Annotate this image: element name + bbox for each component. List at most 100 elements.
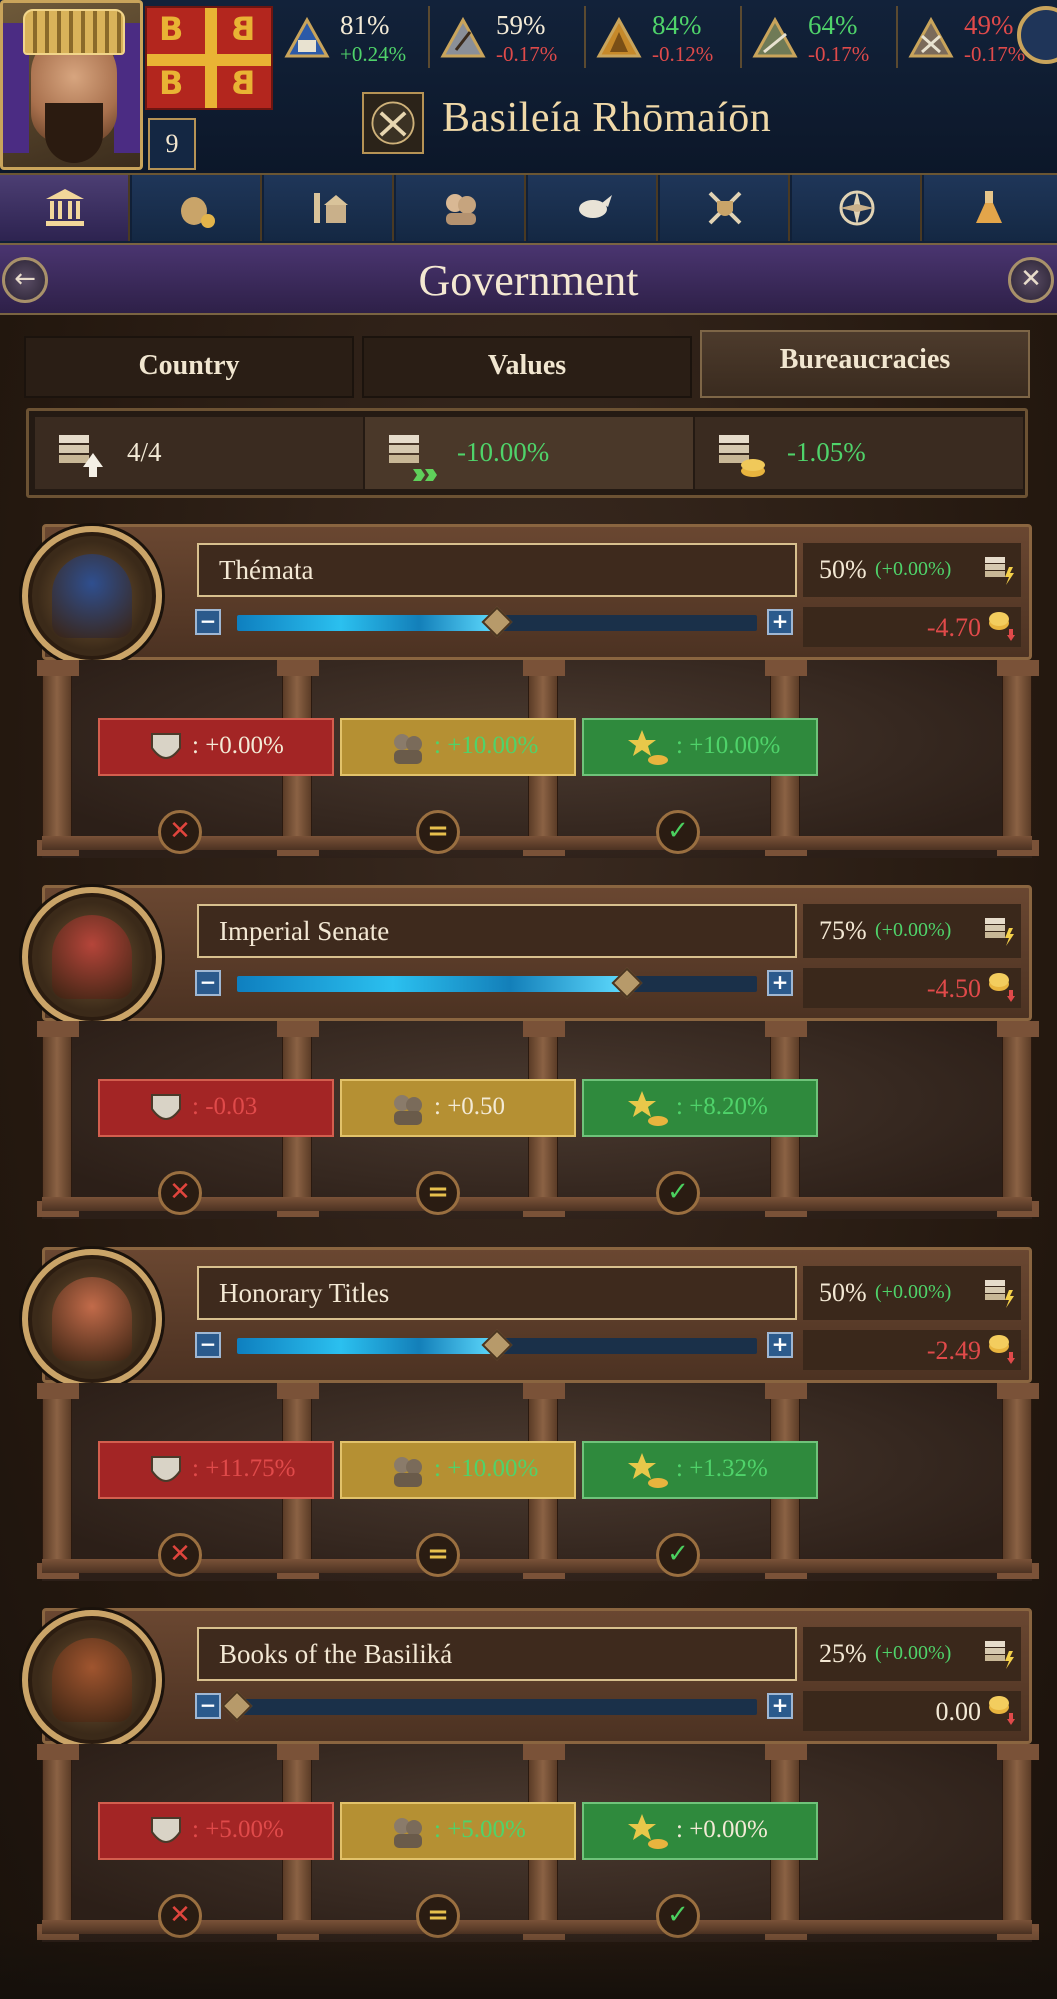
bureaucracy-percent: 50%	[819, 555, 867, 584]
slider-fill	[237, 615, 497, 631]
increase-button[interactable]: +	[767, 609, 793, 635]
effect-positive[interactable]: : +0.00%	[582, 1802, 818, 1860]
decrease-button[interactable]: −	[195, 970, 221, 996]
stat-estate-4[interactable]: 64% -0.17%	[744, 2, 894, 72]
effect-positive[interactable]: : +8.20%	[582, 1079, 818, 1137]
effect-negative-icon	[151, 1817, 181, 1843]
bureaucracy-percent-box[interactable]: 50% (+0.00%)	[803, 1266, 1021, 1320]
approve-icon: ✓	[656, 1171, 700, 1215]
effect-positive-icon	[628, 1453, 668, 1488]
tab-country[interactable]: Country	[24, 336, 354, 398]
summary-slots[interactable]: 4/4	[35, 417, 363, 489]
tab-bureaucracies[interactable]: Bureaucracies	[700, 330, 1030, 398]
stat-estate-2[interactable]: 59% -0.17%	[432, 2, 582, 72]
approve-icon: ✓	[656, 1533, 700, 1577]
tab-economy[interactable]	[132, 175, 262, 241]
bureaucracy-card: Books of the Basiliká 25% (+0.00%) − + 0…	[22, 1608, 1039, 1958]
bureaucracy-effects: : +11.75% : +10.00% : +1.32% ✕ = ✓	[37, 1383, 1039, 1581]
bureaucracy-medal[interactable]	[22, 526, 162, 666]
effect-positive[interactable]: : +1.32%	[582, 1441, 818, 1499]
slider-track[interactable]	[237, 1699, 757, 1715]
equal-icon: =	[416, 1533, 460, 1577]
effect-positive-value: : +10.00%	[676, 732, 781, 759]
stat-divider	[740, 6, 742, 68]
tab-government[interactable]	[0, 175, 130, 241]
stat-change: -0.17%	[496, 42, 558, 66]
bureaucracy-percent-box[interactable]: 75% (+0.00%)	[803, 904, 1021, 958]
effect-negative[interactable]: : +5.00%	[98, 1802, 334, 1860]
stat-estate-3[interactable]: 84% -0.12%	[588, 2, 738, 72]
summary-slots-value: 4/4	[127, 437, 162, 467]
bureaucracy-percent-box[interactable]: 50% (+0.00%)	[803, 543, 1021, 597]
effect-neutral[interactable]: : +0.50	[340, 1079, 576, 1137]
bureaucracy-name-box[interactable]: Thémata	[197, 543, 797, 597]
ruler-portrait[interactable]	[0, 0, 143, 170]
slider-handle[interactable]	[221, 1690, 253, 1722]
bureaucracy-cost-box[interactable]: -4.50	[803, 968, 1021, 1008]
summary-efficiency[interactable]: -10.00%	[365, 417, 693, 489]
bureaucracy-medal[interactable]	[22, 1249, 162, 1389]
bureaucracy-power-icon	[985, 1641, 1014, 1669]
effect-negative[interactable]: : +0.00%	[98, 718, 334, 776]
effect-negative-icon	[151, 1094, 181, 1120]
tab-exploration[interactable]	[792, 175, 922, 241]
bureaucracy-name-box[interactable]: Honorary Titles	[197, 1266, 797, 1320]
slider-handle[interactable]	[481, 606, 513, 638]
slider-handle[interactable]	[611, 967, 643, 999]
effect-positive[interactable]: : +10.00%	[582, 718, 818, 776]
stat-percent: 59%	[496, 10, 546, 40]
increase-button[interactable]: +	[767, 1332, 793, 1358]
slider-track[interactable]	[237, 976, 757, 992]
increase-button[interactable]: +	[767, 970, 793, 996]
effect-negative-value: : +5.00%	[192, 1816, 284, 1843]
tab-values[interactable]: Values	[362, 336, 692, 398]
bureaucracy-name-box[interactable]: Books of the Basiliká	[197, 1627, 797, 1681]
close-button[interactable]: ✕	[1008, 257, 1054, 303]
pillar	[997, 1021, 1039, 1217]
government-keys-icon[interactable]	[362, 92, 424, 154]
bureaucracy-percent: 75%	[819, 916, 867, 945]
screen-header: ← Government ✕	[0, 243, 1057, 315]
tab-characters[interactable]	[396, 175, 526, 241]
bureaucracy-percent-box[interactable]: 25% (+0.00%)	[803, 1627, 1021, 1681]
tab-military[interactable]	[660, 175, 790, 241]
stat-percent: 64%	[808, 10, 858, 40]
decrease-button[interactable]: −	[195, 1693, 221, 1719]
effect-negative-icon	[151, 733, 181, 759]
bureaucracy-cost-box[interactable]: -4.70	[803, 607, 1021, 647]
pillar	[997, 660, 1039, 856]
increase-button[interactable]: +	[767, 1693, 793, 1719]
bureaucracy-name: Imperial Senate	[219, 916, 390, 946]
tab-diplomacy[interactable]	[528, 175, 658, 241]
estate-nobility-icon	[440, 16, 486, 58]
bureaucracy-card: Thémata 50% (+0.00%) − + -4.70: +0.00% …	[22, 524, 1039, 874]
bureaucracy-name-box[interactable]: Imperial Senate	[197, 904, 797, 958]
bureaucracy-medal[interactable]	[22, 1610, 162, 1750]
effect-negative[interactable]: : +11.75%	[98, 1441, 334, 1499]
exploration-icon	[839, 190, 875, 226]
summary-cost-value: -1.05%	[787, 437, 866, 467]
effect-neutral[interactable]: : +5.00%	[340, 1802, 576, 1860]
effect-neutral[interactable]: : +10.00%	[340, 718, 576, 776]
bureaucracy-header: Books of the Basiliká 25% (+0.00%) − + 0…	[42, 1608, 1032, 1744]
gold-coin-down-icon	[989, 1335, 1015, 1364]
flag-beta: B	[231, 10, 256, 48]
technology-icon	[976, 191, 1002, 223]
effect-neutral-icon	[394, 1818, 422, 1848]
bureaucracy-cost-box[interactable]: 0.00	[803, 1691, 1021, 1731]
bureaucracy-medal[interactable]	[22, 887, 162, 1027]
stat-estate-1[interactable]: 81% +0.24%	[276, 2, 426, 72]
bureaucracy-slider: − +	[195, 1690, 795, 1725]
slider-handle[interactable]	[481, 1329, 513, 1361]
bureaucracy-cost-box[interactable]: -2.49	[803, 1330, 1021, 1370]
summary-cost[interactable]: -1.05%	[695, 417, 1023, 489]
equal-icon: =	[416, 1171, 460, 1215]
bureaucracy-slider: − +	[195, 967, 795, 1002]
decrease-button[interactable]: −	[195, 1332, 221, 1358]
tab-technology[interactable]	[924, 175, 1057, 241]
effect-neutral[interactable]: : +10.00%	[340, 1441, 576, 1499]
tab-buildings[interactable]	[264, 175, 394, 241]
decrease-button[interactable]: −	[195, 609, 221, 635]
effect-negative[interactable]: : -0.03	[98, 1079, 334, 1137]
bureaucracy-card: Honorary Titles 50% (+0.00%) − + -2.49:…	[22, 1247, 1039, 1597]
